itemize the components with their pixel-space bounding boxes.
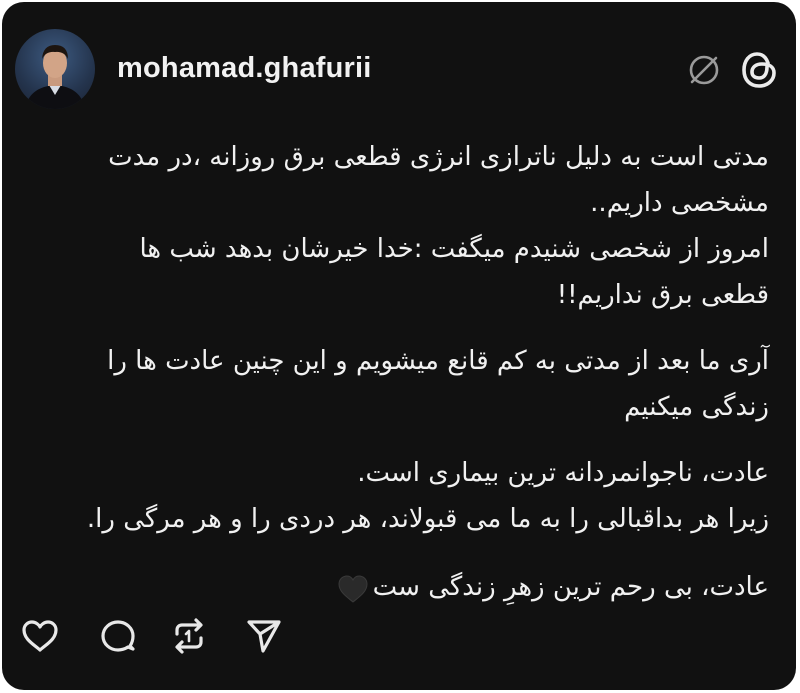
post-paragraph: آری ما بعد از مدتی به کم قانع میشویم و ا… bbox=[107, 346, 769, 422]
threads-post-card: mohamad.ghafurii مدتی است به دلیل ناتراز… bbox=[2, 2, 796, 690]
comment-icon[interactable] bbox=[96, 614, 140, 658]
post-paragraph-last: عادت، بی رحم ترین زهرِ زندگی ست bbox=[9, 564, 769, 610]
post-paragraph: عادت، ناجوانمردانه ترین بیماری است. زیرا… bbox=[86, 458, 769, 534]
profile-photo bbox=[25, 45, 85, 109]
threads-logo-icon[interactable] bbox=[737, 47, 783, 93]
post-paragraph: مدتی است به دلیل ناترازی انرژی قطعی برق … bbox=[108, 142, 769, 218]
post-paragraph: امروز از شخصی شنیدم میگفت :خدا خیرشان بد… bbox=[139, 234, 769, 310]
share-icon[interactable] bbox=[242, 614, 286, 658]
heart-icon[interactable] bbox=[18, 614, 62, 658]
username[interactable]: mohamad.ghafurii bbox=[117, 52, 372, 85]
post-paragraph: عادت، بی رحم ترین زهرِ زندگی ست bbox=[372, 572, 769, 602]
verified-badge-icon bbox=[686, 52, 722, 88]
avatar[interactable] bbox=[15, 29, 95, 109]
post-text: مدتی است به دلیل ناترازی انرژی قطعی برق … bbox=[9, 134, 769, 610]
post-actions bbox=[2, 614, 302, 664]
repost-icon[interactable] bbox=[167, 614, 211, 658]
black-heart-emoji-icon bbox=[337, 573, 369, 603]
